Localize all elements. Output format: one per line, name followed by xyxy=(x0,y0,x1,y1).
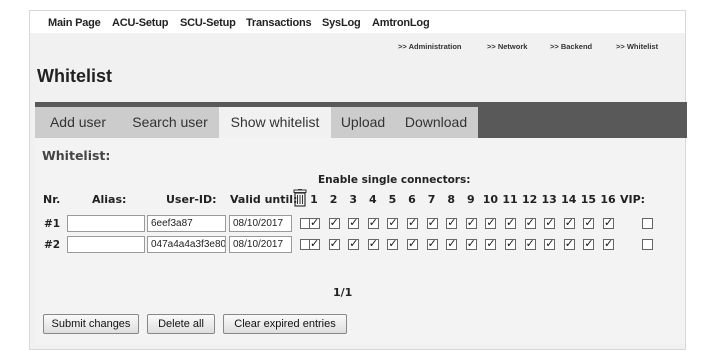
connector-checkbox[interactable] xyxy=(328,216,340,229)
col-header-nr: Nr. xyxy=(43,193,61,206)
vip-checkbox[interactable] xyxy=(642,239,653,250)
connector-checkbox[interactable] xyxy=(426,237,438,250)
connector-checkbox[interactable] xyxy=(367,216,379,229)
connector-checkbox[interactable] xyxy=(563,216,575,229)
connector-checkbox[interactable] xyxy=(603,237,614,250)
user-id-field[interactable]: 047a4a4a3f3e80 xyxy=(147,236,226,253)
connector-checkbox[interactable] xyxy=(348,216,360,229)
connector-checkbox[interactable] xyxy=(583,237,595,250)
connector-header: 5 xyxy=(388,193,397,206)
connector-header: 8 xyxy=(447,193,456,206)
nav-amtronlog[interactable]: AmtronLog xyxy=(372,17,430,29)
connector-header: 9 xyxy=(466,193,475,206)
connector-checkbox[interactable] xyxy=(524,237,536,250)
tab-add-user[interactable]: Add user xyxy=(35,107,121,138)
connector-header: 4 xyxy=(368,193,377,206)
connector-header: 7 xyxy=(427,193,436,206)
submit-changes-button[interactable]: Submit changes xyxy=(43,314,139,334)
connector-checkbox[interactable] xyxy=(603,216,614,229)
connector-checkbox[interactable] xyxy=(407,216,418,229)
section-heading: Whitelist: xyxy=(42,148,111,163)
connector-header: 15 xyxy=(580,193,597,206)
vip-checkbox[interactable] xyxy=(642,218,653,229)
breadcrumb-backend[interactable]: >> Backend xyxy=(550,42,592,51)
connector-checkbox[interactable] xyxy=(367,237,379,250)
page-title: Whitelist xyxy=(37,66,112,86)
connector-checkbox[interactable] xyxy=(583,216,595,229)
breadcrumb-network[interactable]: >> Network xyxy=(487,42,527,51)
valid-until-field[interactable]: 08/10/2017 xyxy=(229,236,292,253)
connector-checkbox[interactable] xyxy=(485,216,497,229)
tab-show-whitelist[interactable]: Show whitelist xyxy=(219,107,331,138)
breadcrumb-administration[interactable]: >> Administration xyxy=(398,42,461,51)
nav-scu-setup[interactable]: SCU-Setup xyxy=(180,17,236,29)
connector-checkbox[interactable] xyxy=(524,216,536,229)
connector-header: 13 xyxy=(541,193,557,206)
app-frame: Main Page ACU-Setup SCU-Setup Transactio… xyxy=(29,10,687,350)
delete-all-button[interactable]: Delete all xyxy=(147,314,215,334)
col-header-valid-until: Valid until: xyxy=(230,193,298,206)
breadcrumb-whitelist[interactable]: >> Whitelist xyxy=(616,42,658,51)
col-header-alias: Alias: xyxy=(92,193,127,206)
row-number: #1 xyxy=(44,218,61,230)
connector-header: 14 xyxy=(561,193,577,206)
user-id-field[interactable]: 6eef3a87 xyxy=(147,215,226,232)
tab-search-user[interactable]: Search user xyxy=(121,107,219,138)
connector-checkbox[interactable] xyxy=(387,237,399,250)
nav-main-page[interactable]: Main Page xyxy=(48,17,101,29)
connector-checkbox[interactable] xyxy=(328,237,340,250)
connector-checkbox[interactable] xyxy=(348,237,360,250)
nav-transactions[interactable]: Transactions xyxy=(246,17,312,29)
row-number: #2 xyxy=(44,239,61,251)
connector-checkbox[interactable] xyxy=(446,237,458,250)
tab-download[interactable]: Download xyxy=(395,107,477,138)
connector-checkbox[interactable] xyxy=(426,216,438,229)
connector-header: 16 xyxy=(600,193,616,206)
tab-upload[interactable]: Upload xyxy=(331,107,395,138)
connector-checkbox[interactable] xyxy=(485,237,497,250)
connector-checkbox[interactable] xyxy=(407,237,418,250)
connector-checkbox[interactable] xyxy=(544,216,556,229)
connector-header: 10 xyxy=(482,193,499,206)
enable-connectors-label: Enable single connectors: xyxy=(318,174,471,186)
connector-checkbox[interactable] xyxy=(446,216,458,229)
connector-header: 12 xyxy=(521,193,538,206)
connector-checkbox[interactable] xyxy=(544,237,556,250)
connector-checkbox[interactable] xyxy=(387,216,399,229)
connector-header: 2 xyxy=(329,193,338,206)
connector-checkbox[interactable] xyxy=(505,237,516,250)
pagination: 1/1 xyxy=(333,286,353,299)
connector-header: 1 xyxy=(310,193,318,206)
valid-until-field[interactable]: 08/10/2017 xyxy=(229,215,292,232)
nav-acu-setup[interactable]: ACU-Setup xyxy=(112,17,168,29)
top-nav: Main Page ACU-Setup SCU-Setup Transactio… xyxy=(30,11,685,33)
connector-header: 6 xyxy=(408,193,416,206)
connector-checkbox[interactable] xyxy=(309,237,320,250)
connector-header: 11 xyxy=(502,193,518,206)
connector-checkbox[interactable] xyxy=(563,237,575,250)
connector-header: 3 xyxy=(349,193,358,206)
connector-checkbox[interactable] xyxy=(505,216,516,229)
col-header-user-id: User-ID: xyxy=(166,193,217,206)
connector-checkbox[interactable] xyxy=(465,216,477,229)
col-header-vip: VIP: xyxy=(620,193,646,206)
alias-field[interactable] xyxy=(67,236,145,253)
clear-expired-button[interactable]: Clear expired entries xyxy=(223,314,347,334)
alias-field[interactable] xyxy=(67,215,145,232)
connector-checkbox[interactable] xyxy=(309,216,320,229)
tab-bar: Add user Search user Show whitelist Uplo… xyxy=(35,102,687,138)
nav-syslog[interactable]: SysLog xyxy=(322,17,361,29)
connector-checkbox[interactable] xyxy=(465,237,477,250)
